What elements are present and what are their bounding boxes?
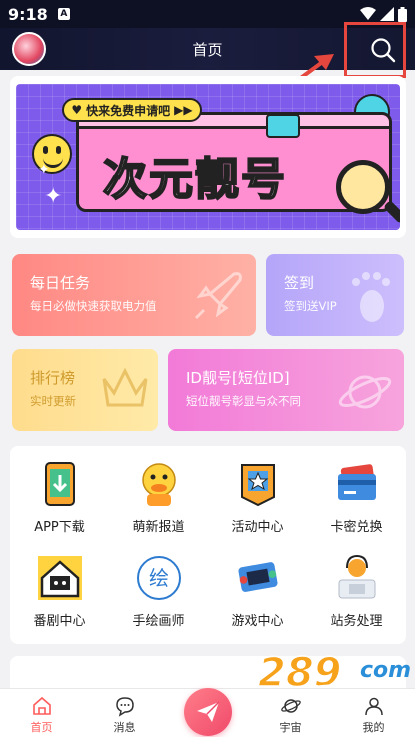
id-number-title: ID靓号[短位ID] <box>186 369 290 387</box>
planet-icon <box>280 699 301 713</box>
grid-item-label: 活动中心 <box>231 520 284 535</box>
user-icon <box>364 697 383 716</box>
grid-item-label: 站务处理 <box>330 614 383 629</box>
battery-icon <box>398 6 407 22</box>
daily-task-subtitle: 每日必做快速获取电力值 <box>30 299 157 313</box>
notification-a-icon: A <box>57 8 70 20</box>
promo-banner[interactable]: 次元靓号 ♥ 快来免费申请吧 ▶▶ ✦ ✦ <box>16 84 400 230</box>
banner-headline: 次元靓号 <box>102 153 287 206</box>
magnifier-icon <box>336 160 390 214</box>
grid-item-hand-painter[interactable]: 绘 手绘画师 <box>109 540 208 630</box>
sign-in-subtitle: 签到送VIP <box>284 299 337 313</box>
signal-icon <box>380 7 394 21</box>
heart-icon: ♥ <box>71 103 83 117</box>
nav-universe-label: 宇宙 <box>279 721 302 734</box>
grid-item-label: 萌新报道 <box>132 520 185 535</box>
grid-item-app-download[interactable]: APP下载 <box>10 446 109 536</box>
ranking-subtitle: 实时更新 <box>30 394 76 408</box>
crown-icon <box>102 367 148 407</box>
home-icon <box>32 696 51 715</box>
grid-item-label: 番剧中心 <box>33 614 86 629</box>
phone-download-icon <box>36 460 84 508</box>
ranking-tile[interactable]: 排行榜 实时更新 <box>12 349 158 431</box>
game-console-icon <box>234 554 282 602</box>
rocket-icon <box>194 272 242 320</box>
ranking-title: 排行榜 <box>30 369 76 387</box>
nav-mine-label: 我的 <box>362 721 385 734</box>
banner-card: 次元靓号 ♥ 快来免费申请吧 ▶▶ ✦ ✦ <box>10 76 406 238</box>
feature-grid: APP下载 萌新报道 活动中心 卡密兑换 番剧中心 绘 手绘画师 游戏中心 站务… <box>10 446 406 644</box>
status-time: 9:18 <box>8 4 48 24</box>
painter-badge-icon: 绘 <box>135 554 183 602</box>
grid-item-label: 手绘画师 <box>132 614 185 629</box>
nav-mine[interactable]: 我的 <box>332 689 415 737</box>
grid-item-activity-center[interactable]: 活动中心 <box>208 446 307 536</box>
grid-item-label: 卡密兑换 <box>330 520 383 535</box>
paper-plane-icon <box>197 701 220 722</box>
grid-item-label: APP下载 <box>34 520 85 535</box>
grid-item-card-redeem[interactable]: 卡密兑换 <box>307 446 406 536</box>
grid-item-label: 游戏中心 <box>231 614 284 629</box>
grid-item-site-affairs[interactable]: 站务处理 <box>307 540 406 630</box>
top-header: 首页 <box>0 22 415 78</box>
grid-item-newcomer[interactable]: 萌新报道 <box>109 446 208 536</box>
star-badge-icon <box>234 460 282 508</box>
page-title: 首页 <box>192 40 223 59</box>
wifi-icon <box>360 7 376 20</box>
banner-pill-text: 快来免费申请吧 <box>86 103 171 118</box>
search-icon[interactable] <box>369 36 397 64</box>
footprint-icon <box>352 272 390 322</box>
star-small-icon: ✦ <box>38 162 50 178</box>
grid-item-game-center[interactable]: 游戏中心 <box>208 540 307 630</box>
grid-item-anime-center[interactable]: 番剧中心 <box>10 540 109 630</box>
message-bubble-icon <box>266 114 300 138</box>
nav-messages-label: 消息 <box>113 721 136 734</box>
daily-task-title: 每日任务 <box>30 274 91 292</box>
sign-in-title: 签到 <box>284 274 315 292</box>
card-icon <box>333 460 381 508</box>
daily-task-tile[interactable]: 每日任务 每日必做快速获取电力值 <box>12 254 256 336</box>
planet-deco-icon <box>338 375 392 409</box>
nav-home-label: 首页 <box>30 721 53 734</box>
sign-in-tile[interactable]: 签到 签到送VIP <box>266 254 404 336</box>
chat-icon <box>115 697 134 717</box>
painter-badge-char: 绘 <box>149 566 169 590</box>
tv-house-icon <box>36 554 84 602</box>
id-number-tile[interactable]: ID靓号[短位ID] 短位靓号彰显与众不同 <box>168 349 404 431</box>
send-post-button[interactable] <box>184 688 232 736</box>
nav-universe[interactable]: 宇宙 <box>249 689 332 737</box>
support-staff-icon <box>333 554 381 602</box>
avatar[interactable] <box>12 32 46 66</box>
id-number-subtitle: 短位靓号彰显与众不同 <box>186 394 301 408</box>
nav-home[interactable]: 首页 <box>0 689 83 737</box>
play-arrows-icon: ▶▶ <box>174 103 193 117</box>
duck-mascot-icon <box>135 460 183 508</box>
banner-pill: ♥ 快来免费申请吧 ▶▶ <box>62 98 202 122</box>
nav-messages[interactable]: 消息 <box>83 689 166 737</box>
star-icon: ✦ <box>44 184 63 209</box>
status-icons <box>360 6 407 22</box>
